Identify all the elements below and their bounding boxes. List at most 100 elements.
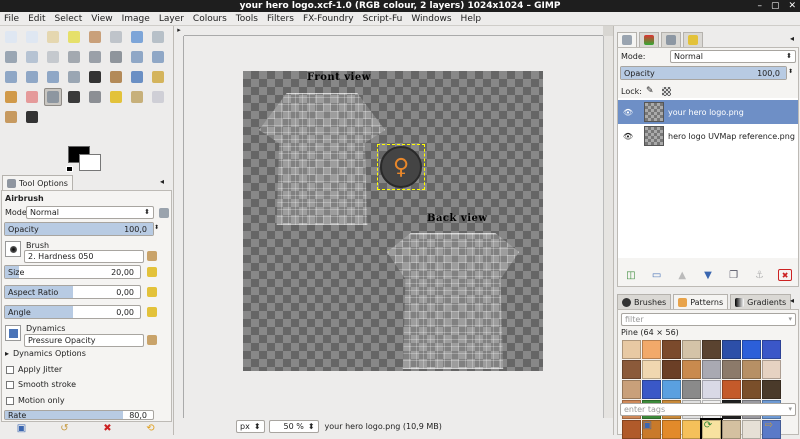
tool-paths[interactable] [149,28,167,46]
dynamics-field[interactable]: Pressure Opacity [24,334,144,347]
tool-blend[interactable] [128,68,146,86]
canvas-viewport[interactable]: Front view Back view ♀ [184,36,603,431]
tool-cage[interactable] [65,68,83,86]
unit-combo[interactable]: px ⬍ [236,420,265,433]
menu-layer[interactable]: Layer [159,14,184,24]
spin-arrows-icon[interactable]: ⬍ [788,68,793,75]
new-layer-group-icon[interactable]: ▭ [650,269,664,281]
menu-file[interactable]: File [4,14,19,24]
tab-tool-options[interactable]: Tool Options [2,175,73,190]
tool-rect-select[interactable] [2,28,20,46]
close-icon[interactable]: ✕ [788,0,796,12]
zoom-combo[interactable]: 50 % ⬍ [268,420,319,433]
pattern-swatch[interactable] [682,380,701,399]
dynamics-preview[interactable] [5,325,21,341]
pattern-filter-input[interactable]: filter ▾ [621,313,796,326]
pattern-swatch[interactable] [722,360,741,379]
lower-layer-icon[interactable]: ▼ [701,269,715,281]
pattern-swatch[interactable] [662,380,681,399]
edit-pattern-icon[interactable]: ▣ [640,420,654,432]
tool-clone[interactable] [86,88,104,106]
pattern-swatch[interactable] [622,340,641,359]
pattern-swatch[interactable] [742,340,761,359]
hero-logo-layer[interactable]: ♀ [377,144,425,190]
tool-flip[interactable] [44,68,62,86]
anchor-layer-icon[interactable]: ⚓ [752,269,766,281]
pattern-swatch[interactable] [762,360,781,379]
motion-only-checkbox[interactable]: Motion only [6,396,65,405]
pattern-swatch[interactable] [642,340,661,359]
tool-free-select[interactable] [44,28,62,46]
pattern-swatch[interactable] [682,340,701,359]
tool-zoom[interactable] [23,48,41,66]
tab-undo[interactable] [683,32,703,47]
pattern-swatch[interactable] [742,380,761,399]
open-pattern-icon[interactable]: ⇨ [762,420,776,432]
menu-script-fu[interactable]: Script-Fu [363,14,403,24]
delete-options-icon[interactable]: ✖ [101,422,115,434]
edit-dynamics-icon[interactable] [147,335,157,345]
tool-shear[interactable] [2,68,20,86]
tool-foreground-select[interactable] [128,28,146,46]
menu-windows[interactable]: Windows [411,14,451,24]
tool-pencil[interactable] [149,68,167,86]
image-canvas[interactable]: Front view Back view ♀ [243,71,543,371]
pattern-swatch[interactable] [682,360,701,379]
pattern-swatch[interactable] [662,360,681,379]
tool-perspective-clone[interactable] [128,88,146,106]
tool-bucket-fill[interactable] [107,68,125,86]
angle-slider[interactable]: Angle 0,00 [4,305,141,319]
minimize-icon[interactable]: – [757,0,762,12]
duplicate-layer-icon[interactable]: ❐ [727,269,741,281]
tool-scissors[interactable] [107,28,125,46]
tool-align[interactable] [86,48,104,66]
quick-mask-corner[interactable]: ▸ [174,26,184,36]
layer-opacity-slider[interactable]: Opacity 100,0 [620,66,787,80]
tool-fuzzy-select[interactable] [65,28,83,46]
dock-menu-icon[interactable]: ◂ [160,177,164,186]
tool-airbrush[interactable] [44,88,62,106]
tab-layers[interactable] [617,32,637,47]
delete-layer-icon[interactable]: ✖ [778,269,793,281]
tool-ellipse-select[interactable] [23,28,41,46]
menu-help[interactable]: Help [461,14,482,24]
tool-eraser[interactable] [23,88,41,106]
tool-crop[interactable] [107,48,125,66]
tool-perspective[interactable] [23,68,41,86]
vertical-scrollbar[interactable] [603,36,613,421]
vertical-ruler[interactable] [174,36,184,431]
tool-blur[interactable] [149,88,167,106]
dock-menu-icon[interactable]: ◂ [790,34,794,43]
tab-patterns[interactable]: Patterns [673,294,729,309]
reset-size-icon[interactable] [147,267,157,277]
menu-image[interactable]: Image [122,14,150,24]
pattern-swatch[interactable] [762,340,781,359]
lock-pixels-icon[interactable]: ✎ [646,86,654,96]
reset-options-icon[interactable]: ⟲ [144,422,158,434]
reset-angle-icon[interactable] [147,307,157,317]
tool-paintbrush[interactable] [2,88,20,106]
dynamics-options-expander[interactable]: ▸ Dynamics Options [5,349,86,358]
pattern-swatch[interactable] [722,380,741,399]
opacity-slider[interactable]: Opacity 100,0 [4,222,154,236]
menu-tools[interactable]: Tools [236,14,258,24]
pattern-swatch[interactable] [642,380,661,399]
apply-jitter-checkbox[interactable]: Apply Jitter [6,365,62,374]
tool-smudge[interactable] [2,108,20,126]
pattern-swatch[interactable] [722,340,741,359]
menu-filters[interactable]: Filters [267,14,294,24]
maximize-icon[interactable]: ▢ [771,0,780,12]
tool-color-select[interactable] [86,28,104,46]
mode-combo[interactable]: Normal ⬍ [26,206,154,219]
tool-text[interactable] [86,68,104,86]
menu-select[interactable]: Select [55,14,83,24]
tool-scale[interactable] [149,48,167,66]
default-colors-icon[interactable] [66,166,73,172]
smooth-stroke-checkbox[interactable]: Smooth stroke [6,380,76,389]
tags-input[interactable]: enter tags ▾ [620,403,796,416]
reset-mode-icon[interactable] [159,208,169,218]
tab-gradients[interactable]: Gradients [730,294,792,309]
raise-layer-icon[interactable]: ▲ [675,269,689,281]
tool-dodge-burn[interactable] [23,108,41,126]
pattern-swatch[interactable] [742,360,761,379]
